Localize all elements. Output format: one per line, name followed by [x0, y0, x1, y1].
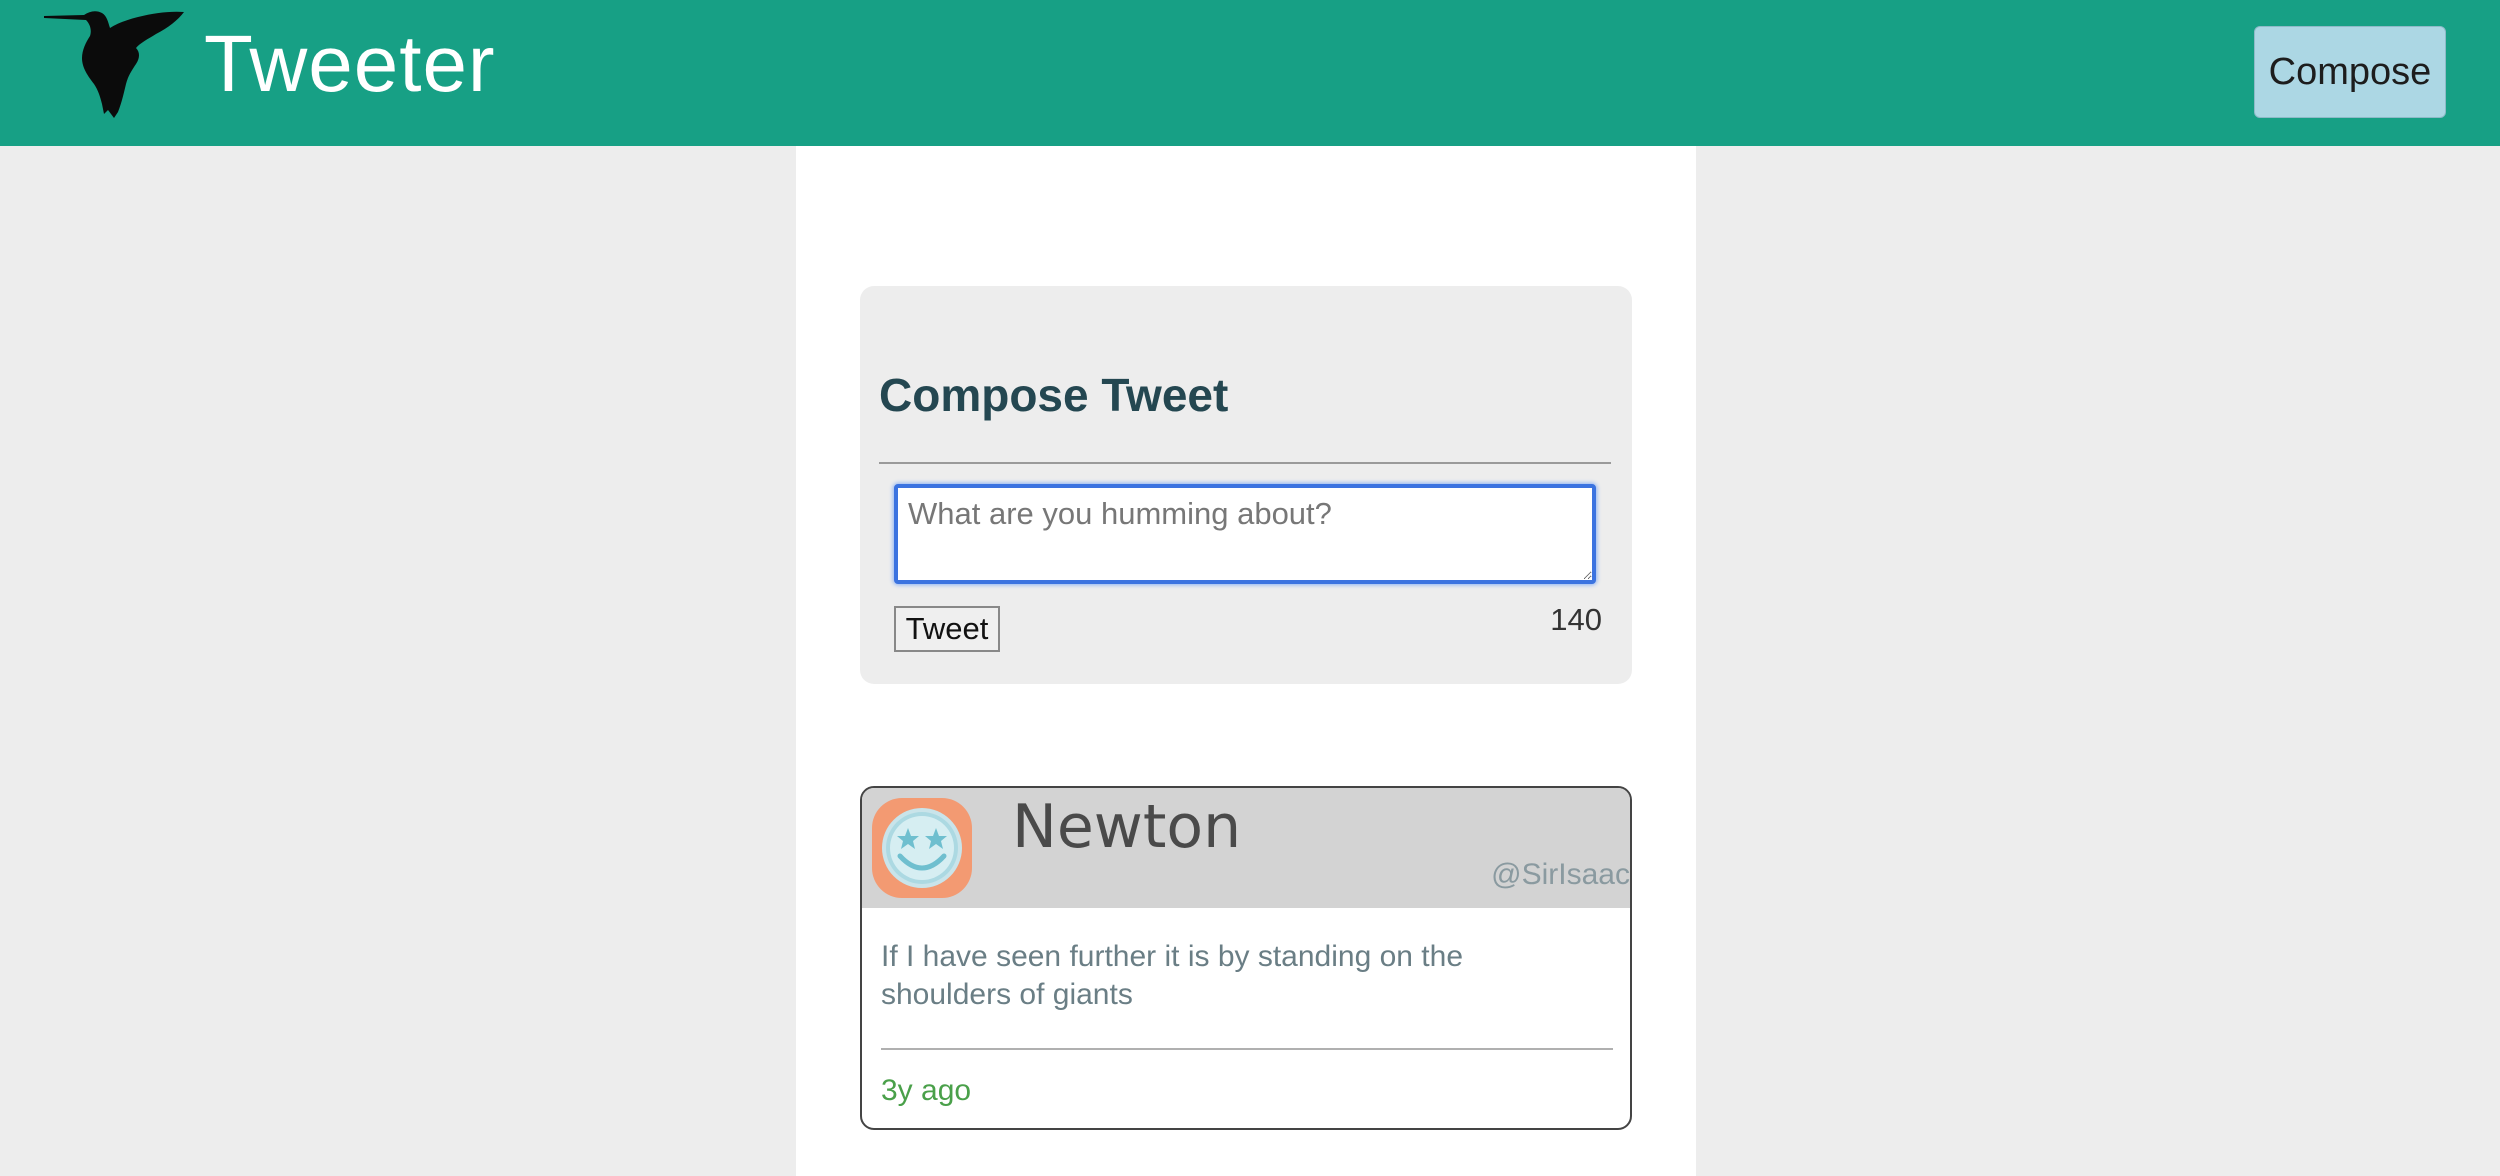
top-nav: Tweeter Compose — [0, 0, 2500, 146]
tweet-button[interactable]: Tweet — [894, 606, 1000, 652]
tweet-input[interactable] — [894, 484, 1596, 584]
tweet-divider — [881, 1048, 1613, 1050]
tweet-author-handle: @SirIsaac — [1491, 858, 1630, 891]
hummingbird-logo-icon — [44, 11, 184, 118]
compose-panel: Compose Tweet Tweet 140 — [860, 286, 1632, 684]
compose-title: Compose Tweet — [879, 369, 1229, 421]
main-column: Compose Tweet Tweet 140 Newton @SirIsaac… — [796, 146, 1696, 1176]
char-counter: 140 — [1550, 602, 1602, 637]
app-title: Tweeter — [204, 19, 496, 108]
compose-divider — [879, 462, 1611, 464]
tweet-card: Newton @SirIsaac If I have seen further … — [860, 786, 1632, 1130]
avatar-smiley-icon — [872, 798, 972, 898]
tweet-author-name: Newton — [1012, 792, 1242, 862]
tweet-text: If I have seen further it is by standing… — [881, 940, 1464, 1011]
tweet-header: Newton @SirIsaac — [862, 788, 1630, 908]
tweet-timestamp: 3y ago — [881, 1074, 972, 1107]
compose-button[interactable]: Compose — [2254, 26, 2446, 118]
